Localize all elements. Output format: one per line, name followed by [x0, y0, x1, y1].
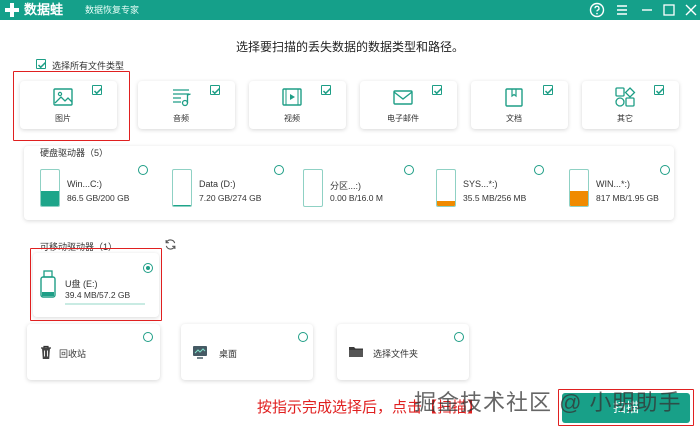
drive-sys[interactable]: SYS...*:) 35.5 MB/256 MB [422, 165, 544, 209]
location-desktop[interactable]: 桌面 [181, 324, 313, 380]
location-select-folder[interactable]: 选择文件夹 [337, 324, 469, 380]
check-icon [322, 87, 332, 95]
email-checkbox[interactable] [432, 85, 443, 95]
location-radio[interactable] [454, 332, 464, 342]
drive-size: 7.20 GB/274 GB [199, 193, 262, 203]
drive-radio[interactable] [404, 165, 414, 175]
drive-name: WIN...*:) [596, 179, 630, 189]
menu-icon[interactable] [613, 1, 631, 19]
check-icon [37, 61, 47, 69]
app-subtitle: 数据恢复专家 [85, 5, 140, 15]
minimize-icon[interactable] [638, 1, 656, 19]
drive-radio[interactable] [138, 165, 148, 175]
file-type-label: 其它 [617, 114, 633, 123]
music-icon [173, 89, 191, 107]
title-bar: 数据蛙 数据恢复专家 [0, 0, 700, 20]
document-icon [505, 88, 523, 107]
file-type-label: 音频 [173, 114, 189, 123]
drive-radio[interactable] [274, 165, 284, 175]
video-checkbox[interactable] [321, 85, 332, 95]
location-radio[interactable] [143, 332, 153, 342]
location-label: 回收站 [59, 349, 87, 359]
help-icon[interactable] [588, 1, 606, 19]
file-type-card-video[interactable]: 视频 [249, 81, 346, 129]
check-icon [655, 87, 665, 95]
drive-name: Data (D:) [199, 179, 236, 189]
drive-icon [436, 169, 456, 207]
email-icon [393, 90, 413, 105]
app-logo-icon [5, 3, 19, 17]
drive-icon [569, 169, 589, 207]
drive-size: 0.00 B/16.0 M [330, 193, 383, 203]
location-label: 桌面 [219, 349, 238, 359]
other-checkbox[interactable] [654, 85, 665, 95]
file-type-card-document[interactable]: 文档 [471, 81, 568, 129]
drive-d[interactable]: Data (D:) 7.20 GB/274 GB [158, 165, 284, 209]
file-type-card-email[interactable]: 电子邮件 [360, 81, 457, 129]
drive-radio[interactable] [660, 165, 670, 175]
drive-name: SYS...*:) [463, 179, 498, 189]
select-all-checkbox[interactable] [36, 59, 47, 69]
drive-icon [40, 169, 60, 207]
drive-usage-fill [41, 190, 59, 206]
drive-usage-fill [570, 190, 588, 206]
refresh-icon[interactable] [164, 238, 177, 251]
video-icon [282, 88, 302, 106]
highlight-box-u-drive [30, 248, 162, 321]
highlight-box-image [13, 71, 130, 141]
drive-size: 817 MB/1.95 GB [596, 193, 659, 203]
file-type-label: 视频 [284, 114, 300, 123]
watermark: 掘金技术社区 @ 小明助手 [414, 390, 682, 415]
app-name: 数据蛙 [24, 2, 64, 17]
page-instruction: 选择要扫描的丢失数据的数据类型和路径。 [235, 40, 464, 54]
drive-usage-fill [437, 200, 455, 206]
drive-icon [303, 169, 323, 207]
check-icon [544, 87, 554, 95]
drive-usage-fill [173, 204, 191, 206]
drive-win[interactable]: WIN...*:) 817 MB/1.95 GB [555, 165, 675, 209]
check-icon [211, 87, 221, 95]
file-type-label: 文档 [506, 114, 522, 123]
location-radio[interactable] [298, 332, 308, 342]
drive-radio[interactable] [534, 165, 544, 175]
check-icon [433, 87, 443, 95]
drive-name: 分区...:) [330, 181, 361, 191]
hard-drive-section-title: 硬盘驱动器（5） [40, 148, 109, 158]
location-label: 选择文件夹 [373, 349, 419, 359]
drive-size: 35.5 MB/256 MB [463, 193, 527, 203]
desktop-icon [193, 346, 207, 359]
document-checkbox[interactable] [543, 85, 554, 95]
maximize-icon[interactable] [660, 1, 678, 19]
file-type-card-other[interactable]: 其它 [582, 81, 679, 129]
drive-size: 86.5 GB/200 GB [67, 193, 130, 203]
drive-c[interactable]: Win...C:) 86.5 GB/200 GB [26, 165, 148, 209]
file-type-card-audio[interactable]: 音频 [138, 81, 235, 129]
drive-partition[interactable]: 分区...:) 0.00 B/16.0 M [289, 165, 414, 209]
folder-icon [349, 347, 363, 357]
drive-icon [172, 169, 192, 207]
location-recycle-bin[interactable]: 回收站 [27, 324, 160, 380]
file-type-label: 电子邮件 [387, 114, 419, 123]
other-icon [615, 87, 636, 107]
drive-name: Win...C:) [67, 179, 102, 189]
recycle-bin-icon [41, 345, 51, 359]
audio-checkbox[interactable] [210, 85, 221, 95]
close-icon[interactable] [682, 1, 700, 19]
